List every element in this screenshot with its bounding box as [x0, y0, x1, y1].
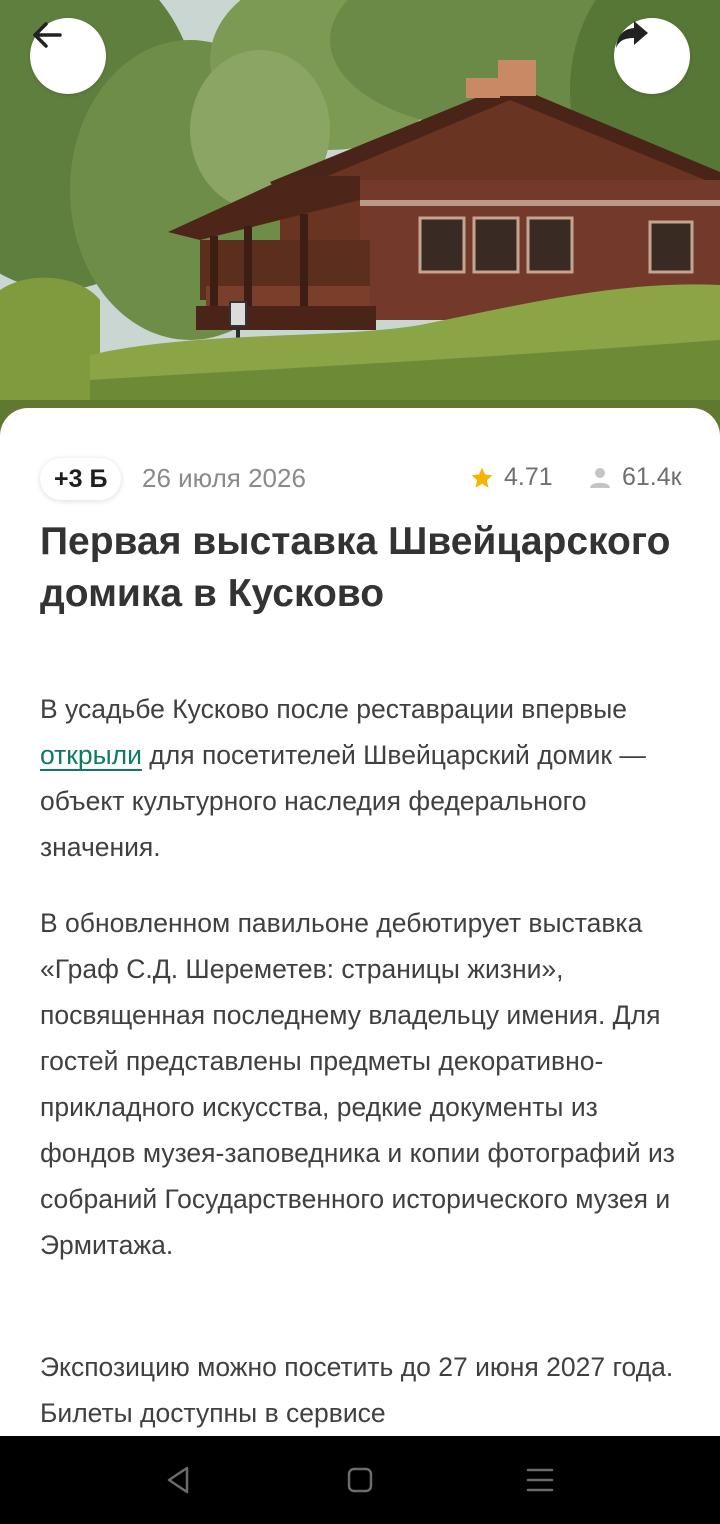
share-button[interactable]: [614, 18, 690, 94]
publish-date: 26 июля 2026: [142, 463, 306, 493]
back-button[interactable]: [30, 18, 106, 94]
triangle-back-icon: [167, 1466, 189, 1494]
points-badge[interactable]: +3 Б: [40, 458, 122, 500]
house-photo: [0, 0, 720, 440]
system-home-button[interactable]: [342, 1462, 378, 1498]
article-paragraph: Экспозицию можно посетить до 27 июня 202…: [40, 1352, 674, 1428]
article-card: +3 Б 26 июля 2026 4.71 61.4к Первая выст…: [0, 408, 720, 1438]
square-home-icon: [347, 1467, 373, 1493]
three-lines-menu-icon: [526, 1468, 554, 1492]
article-paragraph: В обновленном павильоне дебютирует выста…: [40, 908, 675, 1260]
star-icon: [471, 467, 493, 488]
arrow-left-icon: [33, 22, 62, 48]
rating-value: 4.71: [504, 463, 553, 491]
person-icon: [590, 467, 610, 488]
article-title: Первая выставка Швейцарского домика в Ку…: [40, 520, 671, 615]
share-arrow-icon: [616, 21, 648, 48]
hero-image: [0, 0, 720, 440]
article-meta: +3 Б 26 июля 2026 4.71 61.4к: [40, 458, 682, 500]
rating: 4.71: [470, 463, 553, 492]
system-back-button[interactable]: [160, 1462, 196, 1498]
system-nav-bar: [0, 1436, 720, 1524]
views: 61.4к: [588, 463, 682, 492]
views-count: 61.4к: [622, 463, 682, 491]
paragraph-text: В усадьбе Кусково после реставрации впер…: [40, 694, 628, 724]
article-paragraph: В усадьбе Кусково после реставрации впер…: [40, 686, 690, 870]
article-link[interactable]: открыли: [40, 740, 142, 770]
system-menu-button[interactable]: [522, 1462, 558, 1498]
